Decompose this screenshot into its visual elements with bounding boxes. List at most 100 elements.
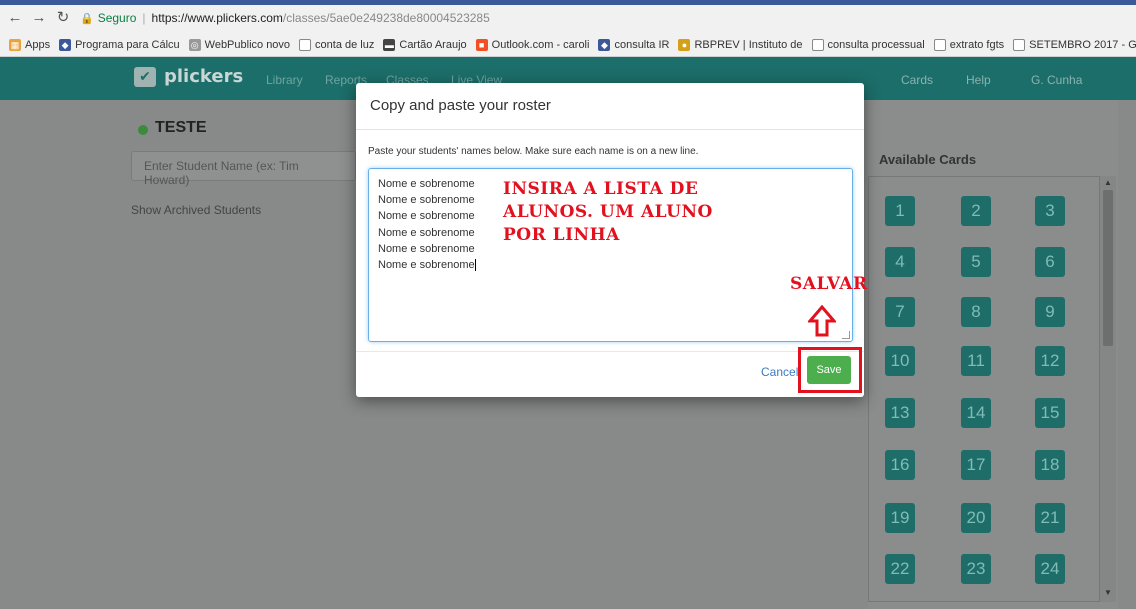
plickers-logo[interactable]: ✔ plickers <box>134 66 243 87</box>
card-tile[interactable]: 10 <box>885 346 915 376</box>
outlook-icon: ■ <box>475 39 488 51</box>
bookmark-item[interactable]: ▬ Cartão Araujo <box>383 39 467 51</box>
bookmark-label: Programa para Cálcu <box>75 39 180 51</box>
roster-line: Nome e sobrenome <box>378 259 475 272</box>
card-tile[interactable]: 18 <box>1035 450 1065 480</box>
card-tile[interactable]: 7 <box>885 297 915 327</box>
annotation-save-label: SALVAR <box>790 274 868 294</box>
bookmark-item[interactable]: ◆ consulta IR <box>598 39 669 51</box>
scroll-up-icon[interactable]: ▲ <box>1103 178 1113 188</box>
globe-icon: ◎ <box>188 39 201 51</box>
bookmark-item[interactable]: ◆ Programa para Cálcu <box>59 39 180 51</box>
bookmark-label: consulta IR <box>614 39 670 51</box>
url-host: https://www.plickers.com <box>151 11 283 25</box>
card-tile[interactable]: 9 <box>1035 297 1065 327</box>
bookmark-label: RBPREV | Instituto de <box>694 39 803 51</box>
logo-text: plickers <box>164 66 244 87</box>
cancel-button[interactable]: Cancel <box>761 365 798 379</box>
bookmark-label: Cartão Araujo <box>399 39 467 51</box>
card-tile[interactable]: 5 <box>961 247 991 277</box>
site-icon: ◆ <box>598 39 611 51</box>
bookmark-item[interactable]: ▦ Apps <box>9 39 50 51</box>
address-row: ← → ↻ 🔒 Seguro | https://www.plickers.co… <box>0 6 1136 30</box>
modal-divider <box>356 351 864 352</box>
bookmark-item[interactable]: ● RBPREV | Instituto de <box>678 39 803 51</box>
page-icon <box>811 39 824 51</box>
page-icon <box>1013 39 1026 51</box>
card-tile[interactable]: 2 <box>961 196 991 226</box>
up-arrow-icon <box>808 305 836 337</box>
bookmark-item[interactable]: SETEMBRO 2017 - G <box>1013 39 1136 51</box>
card-tile[interactable]: 17 <box>961 450 991 480</box>
save-button[interactable]: Save <box>807 356 851 384</box>
page-icon <box>933 39 946 51</box>
nav-library[interactable]: Library <box>266 73 303 87</box>
card-tile[interactable]: 15 <box>1035 398 1065 428</box>
back-arrow-icon[interactable]: ← <box>6 9 24 27</box>
student-name-input[interactable]: Enter Student Name (ex: Tim Howard) <box>131 151 356 187</box>
url-path: /classes/5ae0e249238de80004523285 <box>282 11 490 25</box>
available-cards-title: Available Cards <box>879 152 977 167</box>
bookmark-item[interactable]: ◎ WebPublico novo <box>188 39 291 51</box>
apps-grid-icon: ▦ <box>9 39 21 51</box>
card-tile[interactable]: 22 <box>885 554 915 584</box>
site-icon: ◆ <box>59 39 72 51</box>
annotation-instructions: INSIRA A LISTA DE ALUNOS. UM ALUNO POR L… <box>503 178 793 247</box>
bookmark-label: Outlook.com - caroli <box>491 39 590 51</box>
browser-chrome: ← → ↻ 🔒 Seguro | https://www.plickers.co… <box>0 0 1136 57</box>
nav-help[interactable]: Help <box>966 73 991 87</box>
card-tile[interactable]: 1 <box>885 196 915 226</box>
bookmark-item[interactable]: extrato fgts <box>933 39 1005 51</box>
card-tile[interactable]: 23 <box>961 554 991 584</box>
cards-list: 1 2 3 4 5 6 7 8 9 10 11 12 13 14 15 16 1… <box>868 176 1100 602</box>
class-title: TESTE <box>155 119 207 136</box>
card-tile[interactable]: 11 <box>961 346 991 376</box>
bookmark-label: WebPublico novo <box>204 39 291 51</box>
annotation-line: ALUNOS. UM ALUNO <box>503 202 713 222</box>
resize-grip-icon[interactable] <box>842 331 850 339</box>
card-tile[interactable]: 21 <box>1035 503 1065 533</box>
bookmark-item[interactable]: ■ Outlook.com - caroli <box>475 39 590 51</box>
card-tile[interactable]: 24 <box>1035 554 1065 584</box>
scroll-down-icon[interactable]: ▼ <box>1103 588 1113 598</box>
bookmark-label: conta de luz <box>315 39 375 51</box>
annotation-line: INSIRA A LISTA DE <box>503 179 699 199</box>
bookmark-item[interactable]: consulta processual <box>811 39 925 51</box>
nav-cards[interactable]: Cards <box>901 73 933 87</box>
lock-icon: 🔒 <box>80 12 94 25</box>
card-tile[interactable]: 8 <box>961 297 991 327</box>
bookmark-label: extrato fgts <box>949 39 1005 51</box>
bookmark-label: consulta processual <box>827 39 925 51</box>
card-tile[interactable]: 13 <box>885 398 915 428</box>
modal-title: Copy and paste your roster <box>356 83 864 130</box>
card-tile[interactable]: 4 <box>885 247 915 277</box>
window-top-strip <box>0 0 1136 5</box>
show-archived-link[interactable]: Show Archived Students <box>131 203 261 217</box>
text-cursor <box>474 259 476 272</box>
cards-scrollbar[interactable]: ▲ ▼ <box>1100 176 1116 602</box>
card-tile[interactable]: 6 <box>1035 247 1065 277</box>
page-icon <box>299 39 312 51</box>
reload-icon[interactable]: ↻ <box>54 9 72 27</box>
card-tile[interactable]: 14 <box>961 398 991 428</box>
card-tile[interactable]: 3 <box>1035 196 1065 226</box>
class-status-dot <box>138 125 148 135</box>
bookmark-label: SETEMBRO 2017 - G <box>1029 39 1136 51</box>
address-bar[interactable]: 🔒 Seguro | https://www.plickers.com /cla… <box>80 7 490 29</box>
card-tile[interactable]: 16 <box>885 450 915 480</box>
card-tile[interactable]: 19 <box>885 503 915 533</box>
secure-label: Seguro <box>97 11 137 25</box>
card-icon: ▬ <box>383 39 396 51</box>
annotation-line: POR LINHA <box>503 225 620 245</box>
bookmarks-bar: ▦ Apps ◆ Programa para Cálcu ◎ WebPublico n… <box>0 35 1136 55</box>
scroll-thumb[interactable] <box>1103 190 1113 346</box>
rbprev-icon: ● <box>678 39 691 51</box>
card-tile[interactable]: 20 <box>961 503 991 533</box>
roster-line-last: Nome e sobrenome <box>378 257 843 273</box>
card-tile[interactable]: 12 <box>1035 346 1065 376</box>
bookmark-item[interactable]: conta de luz <box>299 39 374 51</box>
nav-user[interactable]: G. Cunha <box>1031 73 1082 87</box>
address-separator: | <box>142 11 146 25</box>
logo-check-icon: ✔ <box>134 66 156 87</box>
forward-arrow-icon[interactable]: → <box>30 9 48 27</box>
